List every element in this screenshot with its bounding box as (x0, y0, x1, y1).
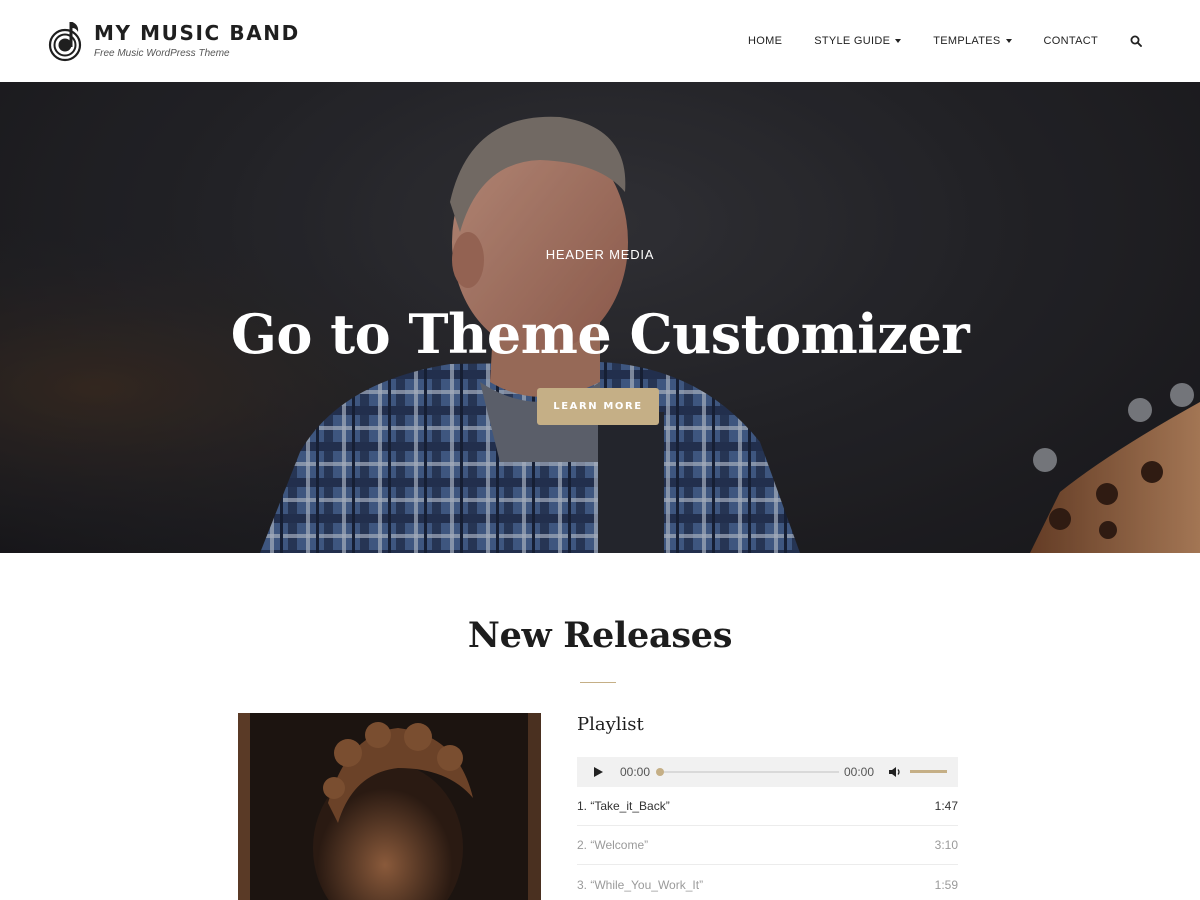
nav-item-label: CONTACT (1043, 35, 1098, 47)
seek-handle[interactable] (656, 768, 664, 776)
duration-time: 00:00 (844, 765, 875, 779)
volume-slider[interactable] (910, 770, 947, 773)
site-header: MY MUSIC BAND Free Music WordPress Theme… (0, 0, 1200, 82)
play-icon[interactable] (594, 767, 603, 777)
nav-item-label: STYLE GUIDE (814, 35, 891, 47)
hero-title: Go to Theme Customizer (230, 302, 970, 366)
section-divider (580, 682, 616, 683)
track-item[interactable]: 3. “While_You_Work_It” 1:59 (577, 865, 958, 900)
nav-item-home[interactable]: HOME (748, 35, 782, 47)
section-title-new-releases: New Releases (467, 615, 733, 656)
learn-more-button[interactable]: LEARN MORE (537, 388, 659, 425)
track-length: 1:59 (934, 877, 958, 892)
nav-item-contact[interactable]: CONTACT (1044, 35, 1098, 47)
track-title: 1. “Take_it_Back” (577, 799, 670, 813)
current-time: 00:00 (620, 765, 651, 779)
brand-text: MY MUSIC BAND Free Music WordPress Theme (94, 21, 300, 61)
nav-item-style-guide[interactable]: STYLE GUIDE (814, 35, 902, 47)
hero-eyebrow: HEADER MEDIA (545, 247, 655, 262)
main-navigation: HOME STYLE GUIDE TEMPLATES CONTACT (748, 30, 1142, 52)
track-item[interactable]: 2. “Welcome” 3:10 (577, 826, 958, 865)
search-icon[interactable] (1130, 35, 1142, 47)
seek-bar[interactable] (659, 771, 839, 773)
track-title: 3. “While_You_Work_It” (577, 877, 704, 892)
nav-item-label: TEMPLATES (933, 35, 1001, 47)
site-tagline: Free Music WordPress Theme (94, 48, 230, 59)
site-title[interactable]: MY MUSIC BAND (94, 21, 300, 45)
caret-down-icon (1005, 39, 1012, 43)
nav-item-label: HOME (748, 35, 783, 47)
track-item[interactable]: 1. “Take_it_Back” 1:47 (577, 787, 958, 826)
playlist-title: Playlist (577, 714, 644, 735)
volume-icon[interactable] (888, 766, 902, 778)
track-length: 1:47 (934, 799, 958, 813)
music-note-logo-icon (48, 22, 82, 62)
track-length: 3:10 (934, 838, 958, 852)
caret-down-icon (895, 39, 902, 43)
hero-header-media: HEADER MEDIA Go to Theme Customizer LEAR… (0, 82, 1200, 553)
album-cover-image (238, 713, 541, 900)
nav-item-templates[interactable]: TEMPLATES (933, 35, 1012, 47)
volume-level (910, 770, 947, 773)
site-branding[interactable]: MY MUSIC BAND Free Music WordPress Theme (48, 18, 300, 64)
audio-player: 00:00 00:00 (577, 757, 958, 787)
track-title: 2. “Welcome” (577, 838, 649, 852)
track-list: 1. “Take_it_Back” 1:47 2. “Welcome” 3:10… (577, 787, 958, 900)
